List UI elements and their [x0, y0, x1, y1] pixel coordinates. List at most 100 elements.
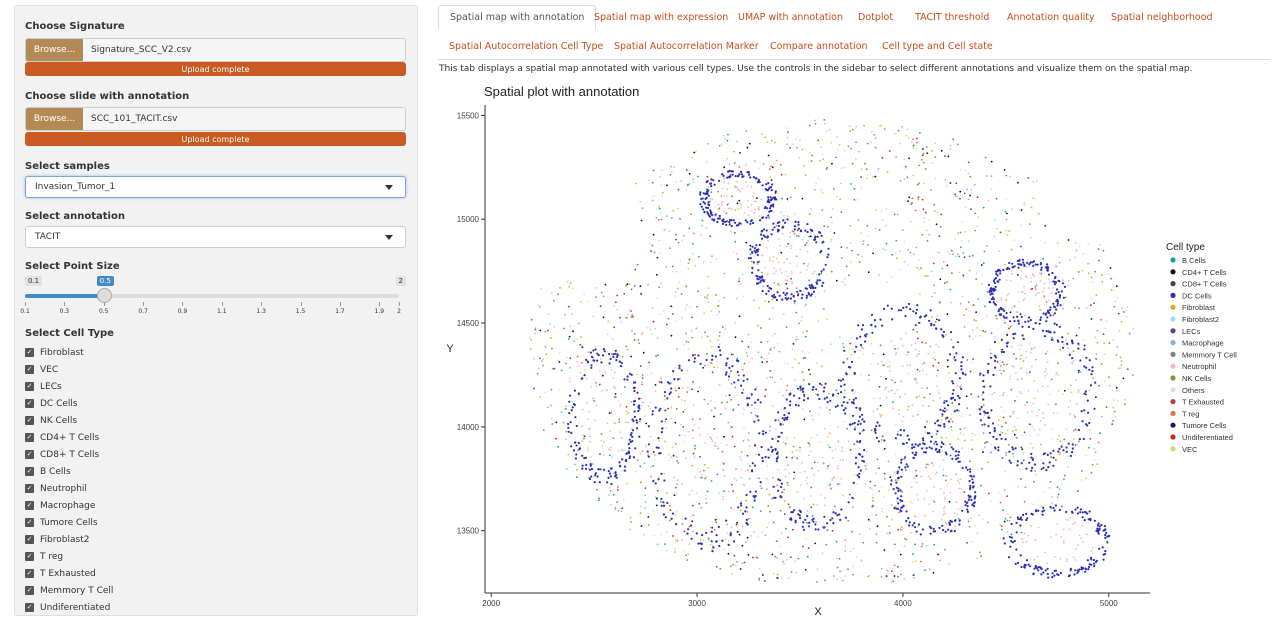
- slide-browse-button[interactable]: Browse...: [26, 108, 83, 130]
- scatter-point: [655, 446, 658, 449]
- cell-type-checkbox[interactable]: ✓ DC Cells: [25, 395, 113, 412]
- cell-type-checkbox[interactable]: ✓ CD8+ T Cells: [25, 446, 113, 463]
- checkbox-checked-icon[interactable]: ✓: [25, 603, 34, 612]
- scatter-point: [1016, 460, 1019, 463]
- scatter-point: [949, 353, 952, 356]
- checkbox-checked-icon[interactable]: ✓: [25, 518, 34, 527]
- tab-cell-type-and-cell-state[interactable]: Cell type and Cell state: [871, 34, 1004, 59]
- scatter-point: [925, 544, 928, 547]
- slider-track[interactable]: [25, 294, 399, 298]
- scatter-point: [961, 415, 963, 418]
- scatter-point: [949, 182, 952, 184]
- scatter-point: [574, 457, 577, 460]
- tab-annotation-quality[interactable]: Annotation quality: [996, 5, 1106, 30]
- scatter-point: [1024, 404, 1027, 406]
- checkbox-checked-icon[interactable]: ✓: [25, 586, 34, 595]
- cell-type-checkbox-label: LECs: [40, 381, 62, 392]
- scatter-point: [665, 418, 668, 420]
- scatter-point: [930, 322, 933, 325]
- scatter-point: [863, 420, 866, 423]
- scatter-point: [1077, 371, 1080, 374]
- scatter-point: [1119, 356, 1122, 359]
- scatter-point: [870, 141, 872, 143]
- scatter-point: [823, 122, 826, 125]
- tab-umap-with-annotation[interactable]: UMAP with annotation: [727, 5, 854, 30]
- scatter-point: [791, 348, 794, 351]
- scatter-point: [543, 391, 546, 394]
- cell-type-checkbox[interactable]: ✓ LECs: [25, 378, 113, 395]
- scatter-point: [1089, 438, 1092, 440]
- checkbox-checked-icon[interactable]: ✓: [25, 382, 34, 391]
- cell-type-checkbox[interactable]: ✓ T Exhausted: [25, 565, 113, 582]
- cell-type-checkbox[interactable]: ✓ Tumore Cells: [25, 514, 113, 531]
- scatter-point: [1060, 536, 1063, 539]
- cell-type-checkbox[interactable]: ✓ Memmory T Cell: [25, 582, 113, 599]
- tab-spatial-autocorrelation-cell-type[interactable]: Spatial Autocorrelation Cell Type: [438, 34, 614, 59]
- slider-handle[interactable]: [96, 288, 112, 303]
- cell-type-checkbox[interactable]: ✓ CD4+ T Cells: [25, 429, 113, 446]
- tab-spatial-map-with-annotation[interactable]: Spatial map with annotation: [438, 5, 597, 30]
- annotation-select[interactable]: TACIT: [25, 226, 406, 248]
- scatter-point: [982, 374, 985, 377]
- checkbox-checked-icon[interactable]: ✓: [25, 365, 34, 374]
- scatter-point: [723, 474, 726, 477]
- cell-type-checkbox[interactable]: ✓ Fibroblast2: [25, 531, 113, 548]
- signature-browse-button[interactable]: Browse...: [26, 39, 83, 61]
- tab-spatial-autocorrelation-marker[interactable]: Spatial Autocorrelation Marker: [603, 34, 770, 59]
- scatter-point: [764, 395, 766, 398]
- checkbox-checked-icon[interactable]: ✓: [25, 433, 34, 442]
- checkbox-checked-icon[interactable]: ✓: [25, 535, 34, 544]
- signature-file-input[interactable]: Browse... Signature_SCC_V2.csv: [25, 38, 406, 62]
- chevron-down-icon: [385, 235, 393, 240]
- scatter-point: [725, 362, 728, 365]
- scatter-point: [609, 357, 612, 361]
- scatter-point: [1053, 283, 1056, 286]
- scatter-point: [1046, 350, 1049, 353]
- scatter-point: [1050, 438, 1053, 440]
- scatter-point: [953, 410, 956, 413]
- scatter-point: [639, 420, 641, 423]
- cell-type-checkbox[interactable]: ✓ Fibroblast: [25, 344, 113, 361]
- tab-spatial-neighborhood[interactable]: Spatial neighborhood: [1100, 5, 1224, 30]
- cell-type-checkbox[interactable]: ✓ VEC: [25, 361, 113, 378]
- scatter-point: [952, 346, 955, 349]
- scatter-point: [1056, 298, 1059, 301]
- slide-file-input[interactable]: Browse... SCC_101_TACIT.csv: [25, 107, 406, 131]
- scatter-point: [683, 530, 686, 533]
- cell-type-checkbox[interactable]: ✓ Macrophage: [25, 497, 113, 514]
- checkbox-checked-icon[interactable]: ✓: [25, 399, 34, 408]
- tab-spatial-map-with-expression[interactable]: Spatial map with expression: [583, 5, 739, 30]
- scatter-point: [925, 229, 928, 232]
- checkbox-checked-icon[interactable]: ✓: [25, 450, 34, 459]
- scatter-point: [1007, 292, 1010, 295]
- scatter-point: [803, 470, 806, 473]
- scatter-point: [1001, 431, 1004, 434]
- checkbox-checked-icon[interactable]: ✓: [25, 467, 34, 476]
- scatter-point: [907, 137, 910, 139]
- cell-type-checkbox[interactable]: ✓ B Cells: [25, 463, 113, 480]
- tab-compare-annotation[interactable]: Compare annotation: [759, 34, 879, 59]
- checkbox-checked-icon[interactable]: ✓: [25, 484, 34, 493]
- cell-type-checkbox[interactable]: ✓ T reg: [25, 548, 113, 565]
- scatter-point: [711, 440, 714, 443]
- scatter-point: [946, 251, 949, 254]
- scatter-point: [943, 498, 946, 500]
- checkbox-checked-icon[interactable]: ✓: [25, 569, 34, 578]
- samples-select[interactable]: Invasion_Tumor_1: [25, 176, 406, 198]
- checkbox-checked-icon[interactable]: ✓: [25, 552, 34, 561]
- checkbox-checked-icon[interactable]: ✓: [25, 416, 34, 425]
- scatter-point: [1092, 377, 1094, 380]
- checkbox-checked-icon[interactable]: ✓: [25, 348, 34, 357]
- scatter-point: [709, 235, 712, 238]
- scatter-point: [925, 489, 928, 492]
- scatter-point: [783, 406, 786, 410]
- cell-type-checkbox[interactable]: ✓ Neutrophil: [25, 480, 113, 497]
- checkbox-checked-icon[interactable]: ✓: [25, 501, 34, 510]
- cell-type-checkbox[interactable]: ✓ NK Cells: [25, 412, 113, 429]
- cell-type-checkbox[interactable]: ✓ Undiferentiated: [25, 599, 113, 615]
- scatter-point: [771, 335, 774, 337]
- scatter-point: [946, 359, 949, 361]
- point-size-slider[interactable]: 0.1 0.5 2 0.1 0.3 0.5 0.7 0.9 1.1 1.3 1.5 1.7 1.9…: [20, 276, 406, 324]
- tab-tacit-threshold[interactable]: TACIT threshold: [904, 5, 1000, 30]
- tab-dotplot[interactable]: Dotplot: [847, 5, 904, 30]
